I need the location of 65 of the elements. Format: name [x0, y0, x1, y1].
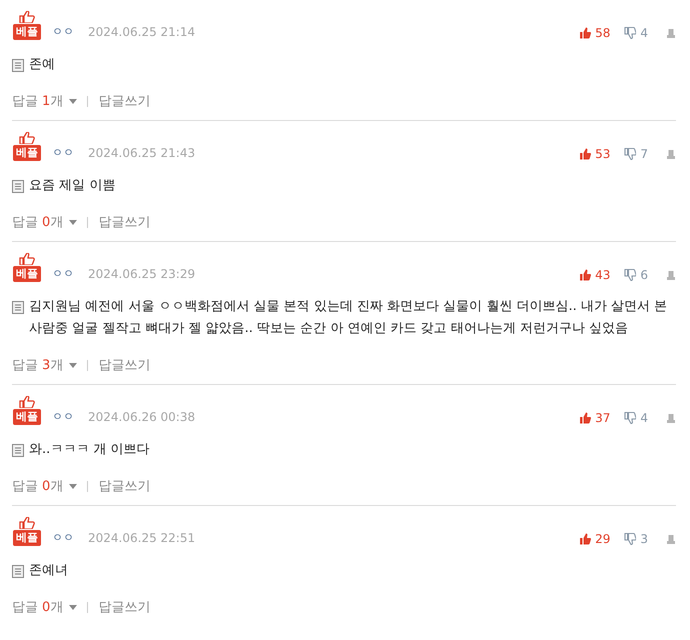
caret-icon — [69, 220, 78, 224]
thumbs-up-icon — [19, 396, 35, 408]
comment-date: 2024.06.25 21:43 — [88, 145, 196, 161]
best-badge: 베플 — [13, 24, 41, 40]
like-button[interactable]: 53 — [579, 147, 610, 161]
comment-date: 2024.06.26 00:38 — [88, 409, 196, 425]
replies-toggle[interactable]: 답글 0개 — [12, 477, 78, 495]
comment-date: 2024.06.25 23:29 — [88, 266, 196, 282]
author-name[interactable]: ㅇㅇ — [52, 530, 74, 546]
thumbs-down-icon — [624, 269, 636, 281]
caret-icon — [69, 484, 78, 488]
best-badge: 베플 — [13, 530, 41, 546]
thumbs-down-icon — [624, 27, 636, 39]
replies-toggle[interactable]: 답글 0개 — [12, 598, 78, 616]
comment-text: 요즘 제일 이쁨 — [29, 177, 116, 195]
write-reply-link[interactable]: 답글쓰기 — [98, 356, 150, 374]
memo-icon — [12, 59, 24, 72]
comment-date: 2024.06.25 21:14 — [88, 24, 196, 40]
like-button[interactable]: 37 — [579, 411, 610, 425]
caret-icon — [69, 362, 78, 368]
thumbs-up-icon — [19, 11, 35, 23]
thumbs-up-icon — [579, 412, 592, 424]
replies-toggle[interactable]: 답글 0개 — [12, 213, 78, 231]
write-reply-link[interactable]: 답글쓰기 — [98, 92, 150, 110]
memo-icon — [12, 444, 24, 457]
author-name[interactable]: ㅇㅇ — [52, 266, 74, 282]
caret-icon — [69, 98, 78, 104]
memo-icon — [12, 180, 24, 193]
dislike-button[interactable]: 6 — [624, 268, 648, 282]
comment-text: 존예 — [29, 56, 55, 74]
thumbs-up-icon — [579, 27, 592, 39]
best-badge: 베플 — [13, 409, 41, 425]
like-button[interactable]: 43 — [579, 268, 610, 282]
write-reply-link[interactable]: 답글쓰기 — [98, 477, 150, 495]
author-name[interactable]: ㅇㅇ — [52, 145, 74, 161]
thumbs-down-icon — [624, 533, 636, 545]
write-reply-link[interactable]: 답글쓰기 — [98, 213, 150, 231]
dislike-button[interactable]: 3 — [624, 532, 648, 546]
replies-toggle[interactable]: 답글 1개 — [12, 92, 78, 110]
thumbs-down-icon — [624, 412, 636, 424]
comment-text: 존예녀 — [29, 562, 68, 580]
best-badge: 베플 — [13, 145, 41, 161]
comment-text: 와..ㅋㅋㅋ 개 이쁘다 — [29, 441, 150, 459]
author-name[interactable]: ㅇㅇ — [52, 24, 74, 40]
best-badge: 베플 — [13, 266, 41, 282]
comment-date: 2024.06.25 22:51 — [88, 530, 196, 546]
like-button[interactable]: 58 — [579, 26, 610, 40]
thumbs-up-icon — [19, 253, 35, 265]
replies-toggle[interactable]: 답글 3개 — [12, 356, 78, 374]
caret-icon — [69, 604, 78, 610]
author-name[interactable]: ㅇㅇ — [52, 409, 74, 425]
dislike-button[interactable]: 4 — [624, 26, 648, 40]
dislike-button[interactable]: 7 — [624, 147, 648, 161]
thumbs-up-icon — [579, 148, 592, 160]
comment-text: 김지원님 예전에 서울 ㅇㅇ백화점에서 실물 본적 있는데 진짜 화면보다 실물이 훨씬 더이쁘심.. 내가 살면서 본사람중 얼굴 젤작고 뼈대가 젤 얇았음.. 딱보는 순간 아 연예인 카드 갖고 태어나는게 저런거구나 싶었음 — [29, 298, 668, 338]
write-reply-link[interactable]: 답글쓰기 — [98, 598, 150, 616]
memo-icon — [12, 565, 24, 578]
thumbs-down-icon — [624, 148, 636, 160]
dislike-button[interactable]: 4 — [624, 411, 648, 425]
thumbs-up-icon — [579, 269, 592, 281]
like-button[interactable]: 29 — [579, 532, 610, 546]
thumbs-up-icon — [19, 517, 35, 529]
thumbs-up-icon — [19, 132, 35, 144]
thumbs-up-icon — [579, 533, 592, 545]
memo-icon — [12, 301, 24, 314]
